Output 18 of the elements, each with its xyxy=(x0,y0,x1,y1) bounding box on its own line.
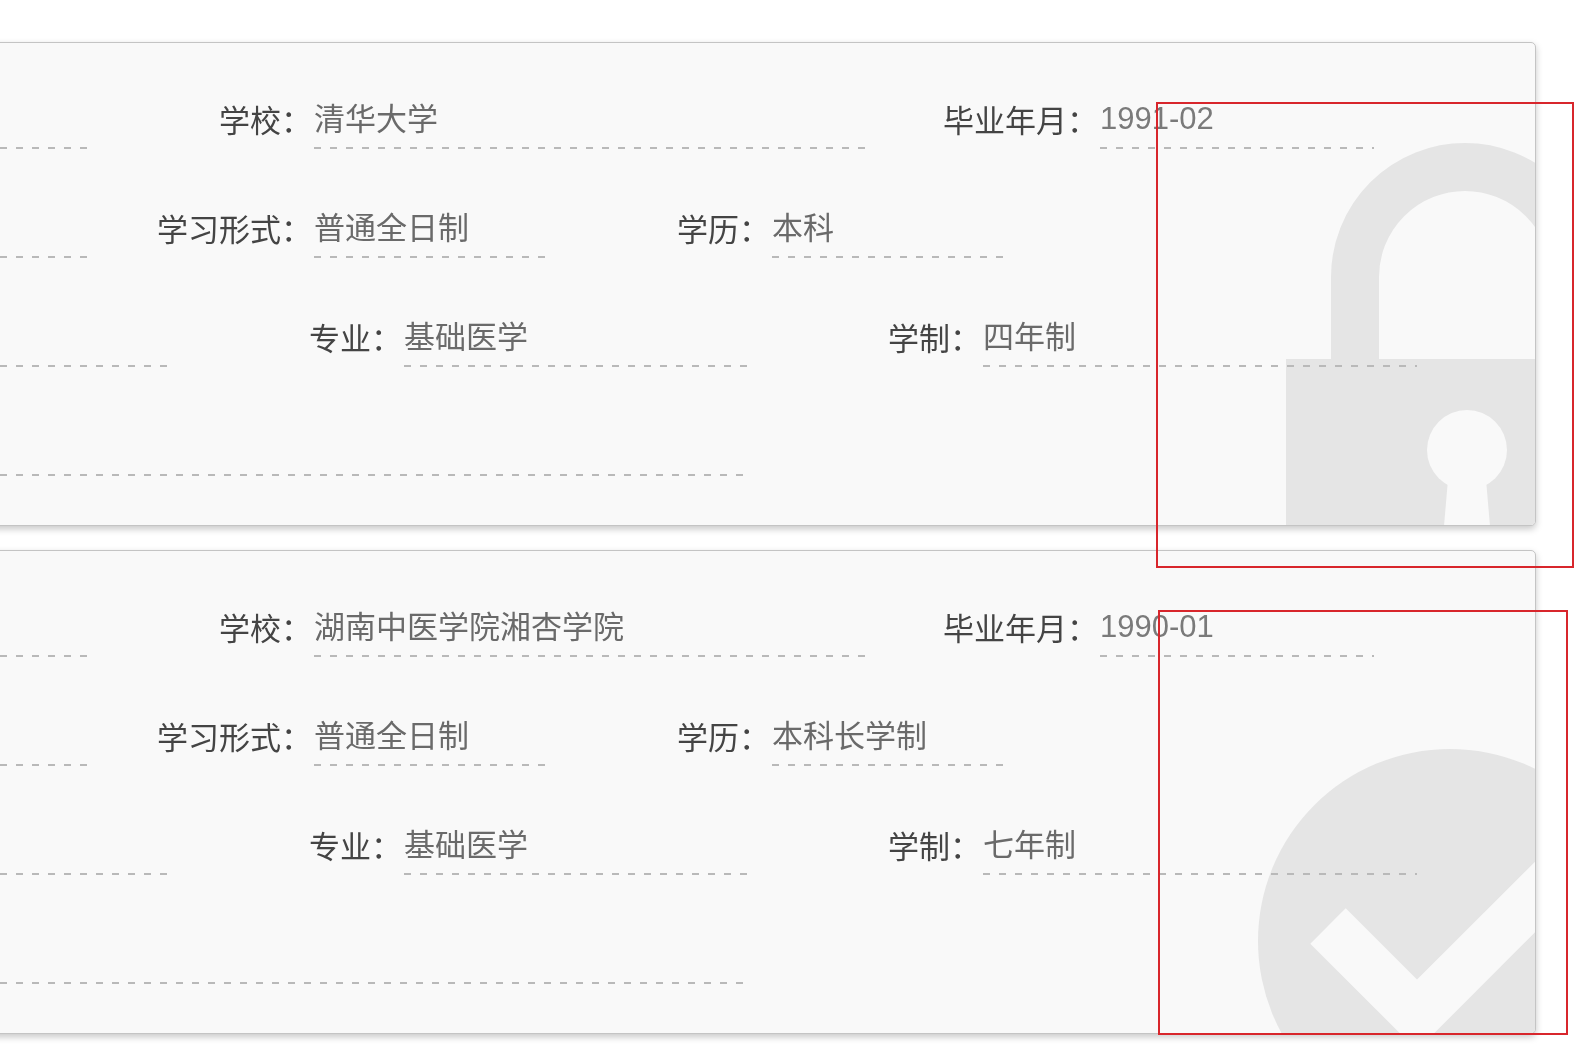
field-value: 本科 xyxy=(772,210,1005,258)
field-label: 专业： xyxy=(308,829,403,865)
field-label: 学历： xyxy=(676,212,771,248)
field-value: 普通全日制 xyxy=(314,210,546,258)
field-label: 学历： xyxy=(676,720,771,756)
field-value: 本科长学制 xyxy=(772,718,1005,766)
field-label: 毕业年月： xyxy=(942,611,1099,647)
field-label: 学习形式： xyxy=(156,212,313,248)
field-label: 学制： xyxy=(887,829,982,865)
field-label: 毕业年月： xyxy=(942,103,1099,139)
field-label: 学习形式： xyxy=(156,720,313,756)
field-value: 四年制 xyxy=(983,319,1417,367)
field-label: 学制： xyxy=(887,321,982,357)
field-value: 七年制 xyxy=(983,827,1417,875)
field-label: 学校： xyxy=(218,611,313,647)
field-label: 学校： xyxy=(218,103,313,139)
field-value: 普通全日制 xyxy=(314,718,546,766)
field-label: 专业： xyxy=(308,321,403,357)
